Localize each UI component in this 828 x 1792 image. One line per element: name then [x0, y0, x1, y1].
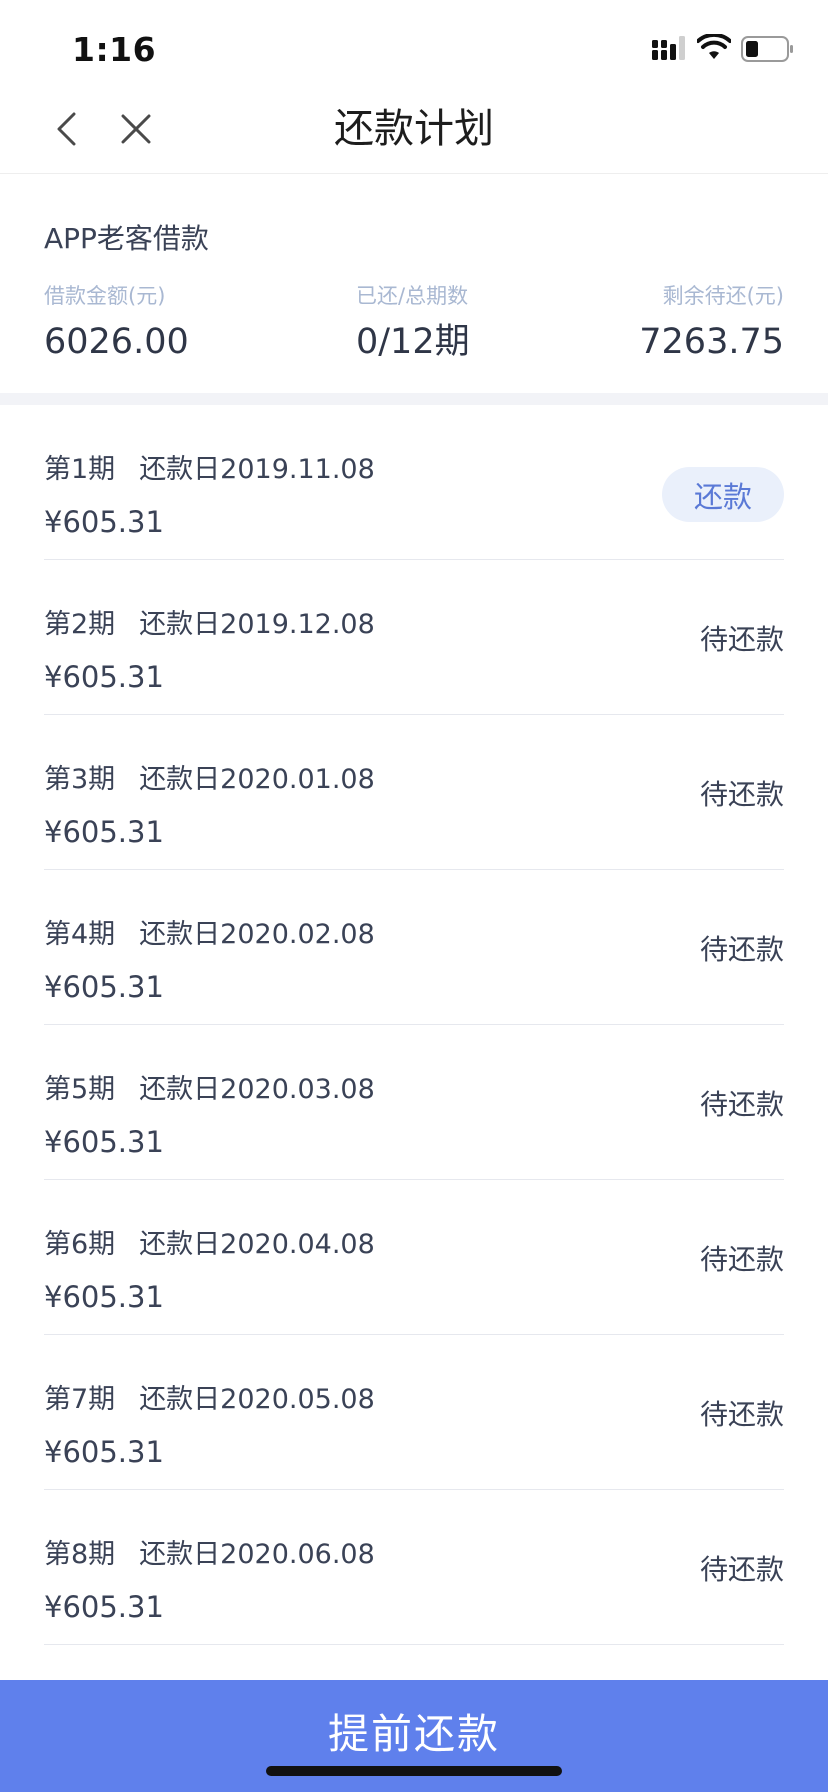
installment-row: 第6期 还款日2020.04.08 ¥605.31 待还款 — [44, 1180, 784, 1335]
home-indicator — [266, 1766, 562, 1776]
due-date: 还款日2020.03.08 — [139, 1074, 375, 1105]
status-label: 待还款 — [699, 933, 784, 966]
installment-amount: ¥605.31 — [44, 815, 164, 849]
due-date: 还款日2020.02.08 — [139, 919, 375, 950]
wifi-icon — [697, 34, 731, 59]
due-date: 还款日2019.11.08 — [139, 454, 375, 485]
period-label: 第1期 — [44, 454, 116, 485]
installment-amount: ¥605.31 — [44, 1435, 164, 1469]
period-label: 第5期 — [44, 1074, 116, 1105]
loan-summary: APP老客借款 借款金额(元) 6026.00 已还/总期数 0/12期 剩余待… — [0, 175, 828, 393]
periods-label: 已还/总期数 — [356, 284, 469, 308]
due-date: 还款日2020.04.08 — [139, 1229, 375, 1260]
loan-amount-stat: 借款金额(元) 6026.00 — [44, 283, 189, 363]
due-date: 还款日2019.12.08 — [139, 609, 375, 640]
loan-amount-value: 6026.00 — [44, 322, 189, 362]
period-label: 第4期 — [44, 919, 116, 950]
installment-amount: ¥605.31 — [44, 660, 164, 694]
product-name: APP老客借款 — [44, 222, 209, 255]
period-label: 第6期 — [44, 1229, 116, 1260]
nav-bar: 还款计划 — [0, 90, 828, 174]
remaining-value: 7263.75 — [639, 322, 784, 362]
status-time: 1:16 — [72, 30, 157, 69]
due-date: 还款日2020.06.08 — [139, 1539, 375, 1570]
periods-value: 0/12期 — [356, 322, 470, 362]
repay-button[interactable]: 还款 — [662, 467, 784, 522]
status-bar: 1:16 — [0, 0, 828, 90]
installment-amount: ¥605.31 — [44, 1590, 164, 1624]
period-label: 第7期 — [44, 1384, 116, 1415]
status-label: 待还款 — [699, 623, 784, 656]
status-label: 待还款 — [699, 1398, 784, 1431]
prepay-label: 提前还款 — [328, 1710, 500, 1758]
period-label: 第8期 — [44, 1539, 116, 1570]
periods-stat: 已还/总期数 0/12期 — [356, 283, 470, 363]
section-divider — [0, 393, 828, 405]
status-label: 待还款 — [699, 1243, 784, 1276]
loan-amount-label: 借款金额(元) — [44, 284, 166, 308]
installment-amount: ¥605.31 — [44, 970, 164, 1004]
installment-row: 第1期 还款日2019.11.08 ¥605.31 还款 — [44, 405, 784, 560]
installment-row: 第7期 还款日2020.05.08 ¥605.31 待还款 — [44, 1335, 784, 1490]
status-label: 待还款 — [699, 1553, 784, 1586]
remaining-stat: 剩余待还(元) 7263.75 — [639, 283, 784, 363]
page-title: 还款计划 — [334, 106, 494, 152]
status-label: 待还款 — [699, 778, 784, 811]
installment-row: 第8期 还款日2020.06.08 ¥605.31 待还款 — [44, 1490, 784, 1645]
status-label: 待还款 — [699, 1088, 784, 1121]
installment-amount: ¥605.31 — [44, 1125, 164, 1159]
installment-row: 第5期 还款日2020.03.08 ¥605.31 待还款 — [44, 1025, 784, 1180]
installment-row: 第4期 还款日2020.02.08 ¥605.31 待还款 — [44, 870, 784, 1025]
due-date: 还款日2020.01.08 — [139, 764, 375, 795]
installment-list: 第1期 还款日2019.11.08 ¥605.31 还款 第2期 还款日2019.1… — [0, 405, 828, 1645]
period-label: 第3期 — [44, 764, 116, 795]
remaining-label: 剩余待还(元) — [662, 284, 784, 308]
installment-amount: ¥605.31 — [44, 1280, 164, 1314]
installment-row: 第2期 还款日2019.12.08 ¥605.31 待还款 — [44, 560, 784, 715]
battery-icon — [741, 36, 793, 62]
installment-row: 第3期 还款日2020.01.08 ¥605.31 待还款 — [44, 715, 784, 870]
due-date: 还款日2020.05.08 — [139, 1384, 375, 1415]
cellular-signal-icon — [652, 36, 685, 60]
period-label: 第2期 — [44, 609, 116, 640]
installment-amount: ¥605.31 — [44, 505, 164, 539]
